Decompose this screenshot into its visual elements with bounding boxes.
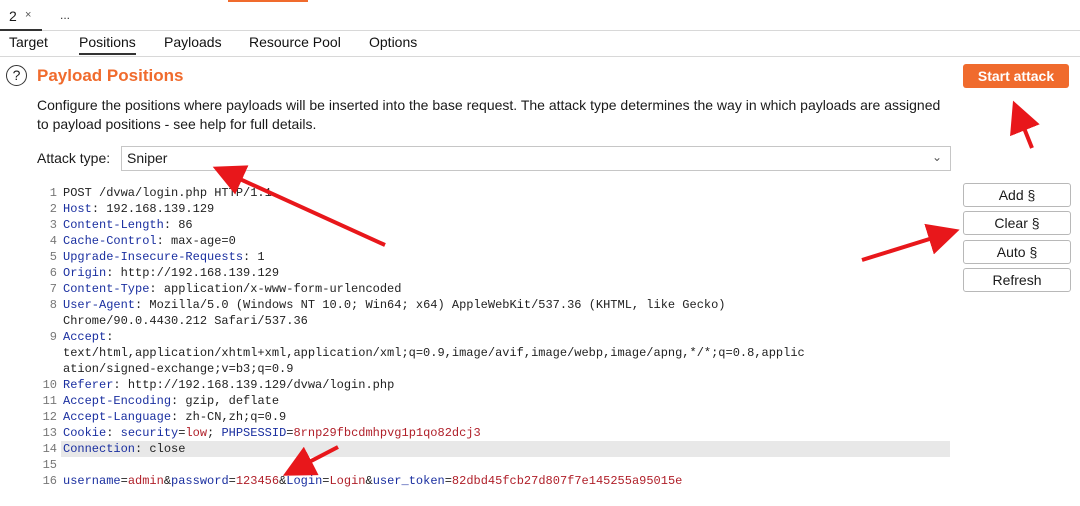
arrow-to-attack-type [212, 165, 386, 247]
annotation-arrows [212, 100, 1040, 476]
arrow-to-start-attack [1010, 100, 1040, 149]
arrow-to-password [282, 445, 339, 476]
arrow-to-clear-button [861, 223, 960, 262]
